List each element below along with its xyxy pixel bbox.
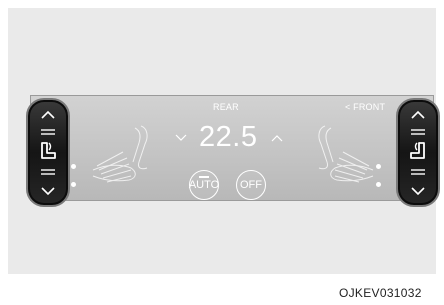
left-seat-up-button[interactable] (28, 102, 68, 126)
level-dot-left-top (71, 164, 76, 169)
heated-seat-icon (41, 129, 56, 175)
seat-airflow-illustration-right (318, 125, 374, 183)
left-seat-heat-button[interactable] (28, 126, 68, 178)
level-dot-right-bottom (376, 182, 381, 187)
right-seat-heat-button[interactable] (398, 126, 438, 178)
temperature-value: 22.5 (199, 121, 258, 153)
auto-button[interactable]: AUTO (189, 170, 219, 200)
left-seat-control (26, 98, 70, 207)
chevron-down-icon (41, 186, 55, 195)
auto-button-label: AUTO (188, 179, 220, 191)
chevron-up-icon (411, 110, 425, 119)
seat-airflow-illustration-left (92, 125, 148, 183)
right-seat-up-button[interactable] (398, 102, 438, 126)
front-mode-button[interactable]: < FRONT (345, 102, 385, 112)
figure-code: OJKEV031032 (339, 286, 422, 300)
level-dot-left-bottom (71, 182, 76, 187)
off-button[interactable]: OFF (236, 170, 266, 200)
figure: REAR < FRONT 22.5 AUTO OFF OJKEV031032 (0, 0, 444, 305)
temp-up-chevron-icon[interactable] (271, 134, 283, 142)
chevron-down-icon (411, 186, 425, 195)
off-button-label: OFF (240, 179, 262, 191)
left-seat-down-button[interactable] (28, 179, 68, 203)
auto-indicator-bar (199, 176, 209, 178)
temp-down-chevron-icon[interactable] (175, 134, 187, 142)
rear-mode-label: REAR (213, 102, 239, 112)
chevron-up-icon (41, 110, 55, 119)
right-seat-control (396, 98, 440, 207)
heated-seat-icon (410, 129, 425, 175)
level-dot-right-top (376, 164, 381, 169)
right-seat-down-button[interactable] (398, 179, 438, 203)
